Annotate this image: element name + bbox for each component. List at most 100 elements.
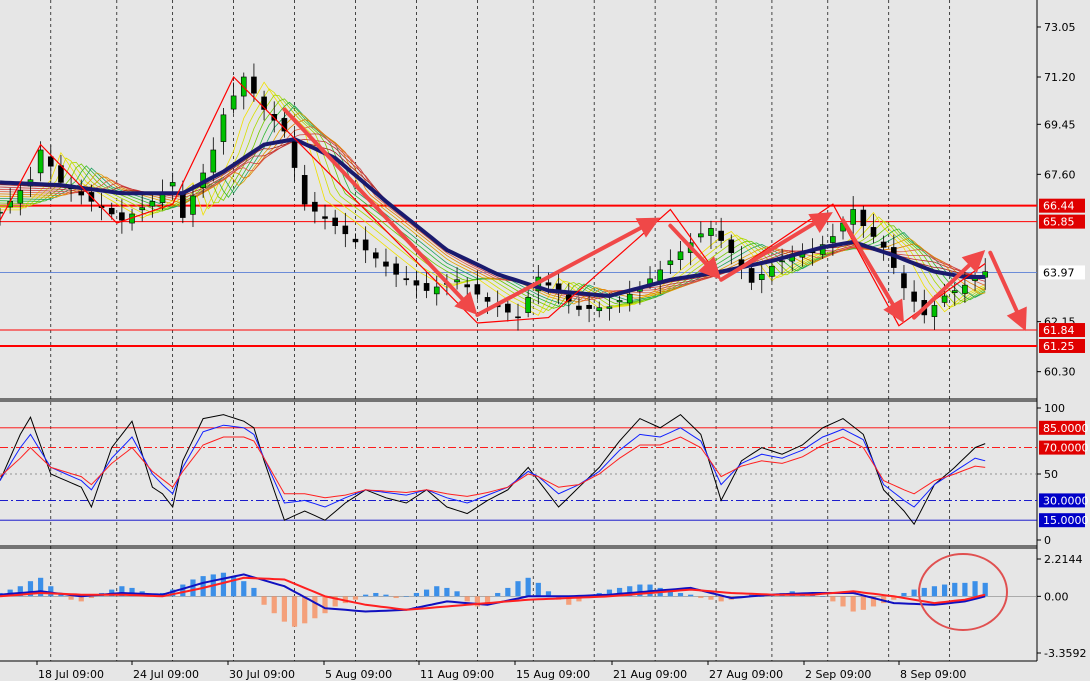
macd-bar-52 [525, 577, 531, 597]
macd-bar-67 [677, 592, 684, 597]
macd-bar-91 [921, 587, 927, 597]
macd-bar-51 [515, 581, 521, 597]
osc-tick-label-0: 100 [1044, 402, 1065, 415]
time-tick-label-6: 21 Aug 09:00 [613, 668, 687, 681]
macd-bar-22 [220, 572, 227, 597]
time-tick-label-7: 27 Aug 09:00 [709, 668, 783, 681]
price-tick-label-3: 67.60 [1044, 168, 1076, 181]
osc-tick-label-2: 0 [1044, 534, 1051, 547]
candle-body-4 [37, 149, 44, 174]
macd-bar-96 [972, 581, 978, 597]
candle-body-42 [423, 283, 430, 291]
candle-body-74 [748, 268, 755, 283]
candle-body-28 [281, 118, 288, 132]
candle-body-92 [931, 305, 938, 317]
macd-bar-82 [830, 596, 836, 602]
candle-body-2 [17, 190, 24, 204]
chart-background [0, 0, 1090, 681]
macd-bar-30 [302, 596, 308, 624]
macd-bar-20 [200, 576, 206, 597]
macd-bar-37 [373, 592, 379, 597]
candle-body-29 [291, 140, 298, 168]
candle-body-59 [596, 307, 603, 312]
price-level-badge-2-label: 61.84 [1043, 324, 1075, 337]
candle-body-38 [383, 261, 389, 267]
candle-body-62 [626, 293, 633, 304]
macd-bar-53 [535, 582, 541, 597]
candle-body-57 [576, 305, 582, 310]
candle-body-60 [606, 306, 613, 309]
macd-bar-7 [68, 596, 74, 600]
candle-body-86 [870, 227, 877, 237]
macd-bar-95 [962, 582, 968, 597]
candle-body-21 [210, 149, 217, 173]
macd-bar-27 [271, 596, 277, 614]
macd-bar-29 [291, 596, 298, 627]
macd-bar-44 [444, 587, 450, 597]
candle-body-40 [403, 278, 410, 281]
macd-bar-71 [718, 596, 724, 602]
candle-body-12 [119, 212, 125, 221]
candle-body-54 [545, 282, 552, 286]
macd-bar-35 [352, 596, 359, 600]
macd-bar-39 [393, 596, 399, 599]
macd-bar-83 [840, 596, 846, 607]
macd-bar-89 [901, 592, 907, 597]
macd-tick-label-0: 2.2144 [1044, 553, 1083, 566]
price-tick-label-0: 73.05 [1044, 21, 1076, 34]
candle-body-90 [911, 291, 917, 302]
macd-bar-42 [423, 589, 430, 597]
candle-body-8 [78, 191, 85, 196]
candle-body-50 [505, 303, 511, 313]
macd-bar-36 [363, 594, 369, 597]
price-level-badge-1-label: 65.85 [1043, 216, 1075, 229]
macd-bar-18 [180, 584, 186, 597]
candle-body-75 [758, 274, 765, 280]
candle-body-22 [220, 114, 227, 142]
macd-bar-19 [190, 579, 196, 597]
osc-level-badge-3-label: 15.0000 [1043, 514, 1089, 527]
candle-body-45 [454, 279, 460, 283]
macd-bar-41 [413, 592, 420, 597]
macd-bar-26 [261, 596, 267, 605]
macd-tick-label-1: 0.00 [1044, 590, 1069, 603]
candle-body-14 [139, 207, 145, 211]
candle-body-18 [180, 191, 186, 218]
chart-canvas[interactable]: 73.0571.2069.4567.6062.1560.301005002.21… [0, 0, 1090, 681]
time-tick-label-0: 18 Jul 09:00 [38, 668, 104, 681]
candle-body-89 [901, 273, 907, 289]
candle-body-31 [312, 201, 318, 212]
candle-body-58 [586, 304, 592, 309]
candle-body-25 [251, 76, 257, 94]
macd-bar-84 [850, 596, 856, 612]
candle-body-67 [677, 251, 684, 260]
candle-body-95 [962, 284, 968, 294]
current-price-badge-label: 63.97 [1043, 266, 1075, 279]
price-tick-label-5: 60.30 [1044, 366, 1076, 379]
candle-body-71 [718, 230, 724, 241]
price-tick-label-1: 71.20 [1044, 71, 1076, 84]
macd-bar-68 [688, 594, 694, 597]
candle-body-37 [373, 252, 379, 259]
candle-body-33 [332, 217, 338, 226]
candle-body-65 [657, 269, 663, 282]
macd-bar-5 [48, 586, 54, 597]
candle-body-69 [698, 233, 704, 238]
candle-body-85 [860, 209, 867, 226]
candle-body-41 [413, 280, 420, 286]
candle-body-93 [941, 295, 948, 303]
candle-body-87 [880, 241, 887, 248]
macd-bar-45 [454, 591, 460, 597]
time-tick-label-1: 24 Jul 09:00 [133, 668, 199, 681]
macd-bar-25 [251, 587, 257, 597]
candle-body-82 [830, 236, 836, 243]
macd-bar-46 [464, 596, 470, 602]
osc-tick-label-1: 50 [1044, 468, 1058, 481]
candle-body-46 [464, 284, 471, 288]
macd-bar-43 [434, 586, 440, 597]
candle-body-77 [779, 260, 785, 263]
candle-body-76 [769, 265, 775, 277]
price-level-badge-3-label: 61.25 [1043, 340, 1075, 353]
time-tick-label-4: 11 Aug 09:00 [420, 668, 494, 681]
macd-bar-90 [911, 589, 917, 597]
